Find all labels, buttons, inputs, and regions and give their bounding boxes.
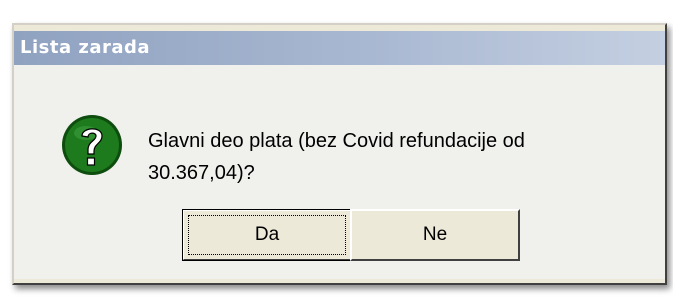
dialog-title-bar[interactable]: Lista zarada (14, 31, 665, 65)
dialog-title: Lista zarada (20, 37, 151, 58)
screen: Lista zarada Glavni deo plata (bez Covid… (0, 0, 673, 298)
yes-button[interactable]: Da (182, 209, 352, 261)
yes-button-label: Da (254, 224, 280, 245)
dialog-message: Glavni deo plata (bez Covid refundacije … (148, 125, 618, 189)
message-line-1: Glavni deo plata (bez Covid refundacije … (148, 130, 525, 152)
dialog-body: Glavni deo plata (bez Covid refundacije … (14, 65, 665, 279)
message-line-2: 30.367,04)? (148, 162, 255, 184)
no-button-label: Ne (422, 224, 448, 245)
question-icon (62, 115, 122, 175)
no-button[interactable]: Ne (350, 209, 520, 261)
